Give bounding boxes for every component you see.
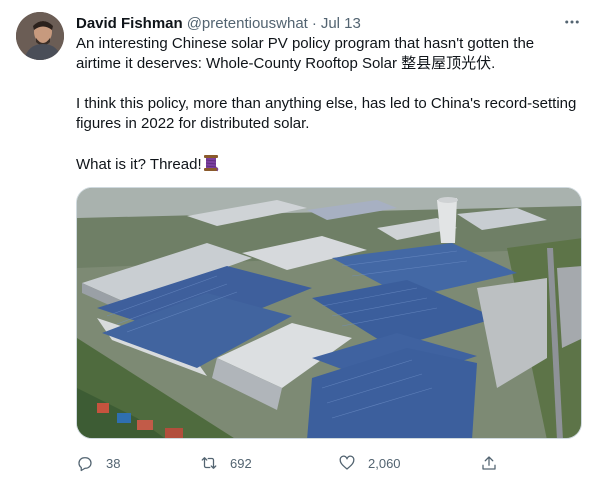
retweet-icon (201, 457, 217, 469)
tweet-image[interactable] (76, 187, 582, 439)
author-handle[interactable]: @pretentiouswhat (187, 15, 308, 32)
header-separator: · (311, 14, 317, 32)
retweet-button[interactable]: 692 (200, 451, 252, 475)
retweet-count: 692 (230, 455, 252, 471)
reply-icon (78, 457, 92, 472)
avatar[interactable] (16, 12, 64, 60)
tweet-paragraph-2: I think this policy, more than anything … (76, 95, 577, 132)
reply-count: 38 (106, 455, 121, 471)
more-icon[interactable] (562, 12, 582, 32)
tweet-actions: 38 692 2,060 (76, 451, 582, 475)
heart-icon (339, 455, 355, 470)
like-count: 2,060 (368, 455, 401, 471)
tweet-date[interactable]: Jul 13 (321, 15, 361, 32)
author-name[interactable]: David Fishman (76, 15, 183, 32)
reply-button[interactable]: 38 (76, 451, 120, 475)
spool-of-thread-icon (203, 154, 219, 172)
tweet-paragraph-3: What is it? Thread! (76, 154, 582, 175)
tweet[interactable]: David Fishman @pretentiouswhat · Jul 13 … (0, 0, 598, 484)
like-button[interactable]: 2,060 (338, 451, 401, 475)
tweet-header: David Fishman @pretentiouswhat · Jul 13 (76, 13, 361, 33)
tweet-text: An interesting Chinese solar PV policy p… (76, 34, 582, 175)
tweet-paragraph-3-text: What is it? Thread! (76, 156, 202, 173)
share-icon (482, 456, 496, 470)
tweet-paragraph-1: An interesting Chinese solar PV policy p… (76, 35, 535, 72)
share-button[interactable] (480, 451, 510, 475)
